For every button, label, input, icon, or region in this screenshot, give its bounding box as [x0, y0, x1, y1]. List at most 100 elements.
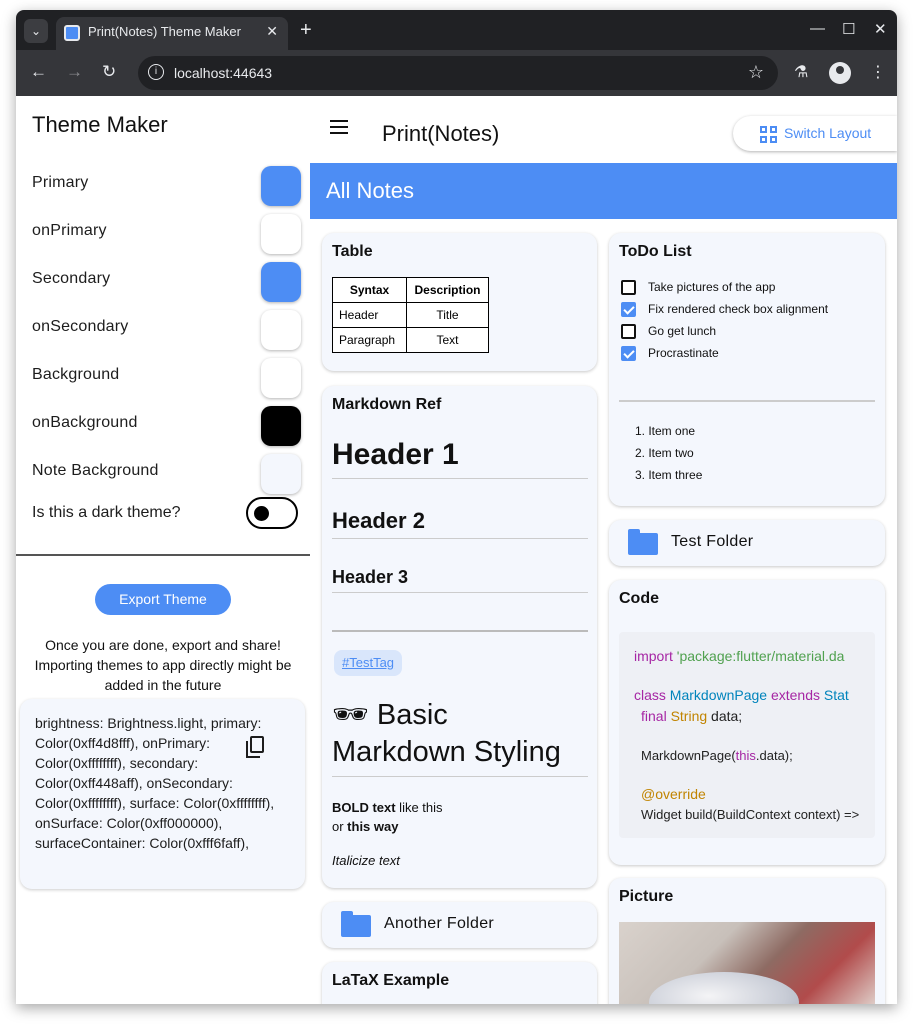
markdown-big-heading: 🕶 Basic Markdown Styling: [332, 697, 588, 771]
back-icon[interactable]: ←: [30, 62, 47, 82]
copy-icon[interactable]: [246, 736, 264, 758]
all-notes-banner: All Notes: [310, 163, 897, 219]
primary-color-swatch[interactable]: [261, 166, 301, 206]
url-text[interactable]: localhost:44643: [174, 65, 272, 81]
folder-another[interactable]: Another Folder: [322, 902, 597, 948]
color-row-onsecondary: onSecondary: [32, 306, 302, 354]
theme-output-text[interactable]: brightness: Brightness.light, primary: C…: [35, 713, 280, 853]
note-card-code[interactable]: Code import 'package:flutter/material.da…: [609, 580, 885, 865]
cat-shape: [649, 972, 799, 1004]
code-block: import 'package:flutter/material.da clas…: [619, 632, 875, 838]
hamburger-menu-icon[interactable]: [330, 120, 348, 134]
dark-theme-switch[interactable]: [246, 497, 298, 529]
onsecondary-color-swatch[interactable]: [261, 310, 301, 350]
color-row-onbackground: onBackground: [32, 402, 302, 450]
folder-icon: [628, 529, 658, 555]
secondary-color-swatch[interactable]: [261, 262, 301, 302]
note-card-todo[interactable]: ToDo List Take pictures of the app Fix r…: [609, 233, 885, 506]
browser-window: ⌄ Print(Notes) Theme Maker ✕ + — ☐ ✕ ← →…: [16, 10, 897, 1004]
ordered-list-item: 3. Item three: [635, 468, 703, 482]
dark-theme-label: Is this a dark theme?: [32, 504, 181, 521]
note-title: LaTaX Example: [332, 972, 450, 989]
table-cell: Paragraph: [332, 327, 407, 353]
color-row-note-background: Note Background: [32, 450, 302, 498]
color-row-background: Background: [32, 354, 302, 402]
bold-text: BOLD text: [332, 800, 396, 815]
code-line: @override: [641, 786, 706, 802]
new-tab-button[interactable]: +: [300, 19, 312, 41]
profile-avatar-icon[interactable]: [829, 62, 851, 84]
horizontal-rule: [332, 630, 588, 632]
sunglasses-icon: 🕶: [332, 699, 369, 731]
big-heading-underline: [332, 776, 588, 777]
ordered-list-item: 1. Item one: [635, 424, 696, 438]
minimize-icon[interactable]: —: [810, 20, 825, 37]
color-label: Note Background: [32, 462, 159, 479]
code-line: Widget build(BuildContext context) =>: [641, 807, 860, 822]
note-card-picture[interactable]: Picture: [609, 878, 885, 1004]
italic-text: Italicize text: [332, 853, 400, 868]
switch-layout-label: Switch Layout: [784, 125, 872, 141]
export-theme-button[interactable]: Export Theme: [95, 584, 231, 615]
browser-menu-icon[interactable]: ⋮: [870, 62, 886, 82]
table-header: Syntax: [332, 277, 407, 303]
close-window-icon[interactable]: ✕: [874, 20, 887, 38]
todo-text: Fix rendered check box alignment: [648, 302, 829, 316]
test-tag-chip[interactable]: #TestTag: [334, 650, 403, 676]
color-label: onBackground: [32, 414, 138, 431]
table-cell: Title: [406, 302, 489, 328]
checkbox-unchecked[interactable]: [621, 324, 636, 339]
reload-icon[interactable]: ↻: [102, 62, 116, 82]
note-card-markdown-ref[interactable]: Markdown Ref Header 1 Header 2 Header 3 …: [322, 386, 597, 888]
maximize-icon[interactable]: ☐: [842, 20, 855, 38]
code-line: final String data;: [641, 708, 743, 724]
note-title: Picture: [619, 888, 674, 905]
switch-layout-button[interactable]: Switch Layout: [733, 116, 897, 151]
sidebar-divider: [16, 554, 310, 556]
tab-strip: ⌄ Print(Notes) Theme Maker ✕ + — ☐ ✕: [16, 10, 897, 50]
markdown-h3: Header 3: [332, 567, 409, 587]
color-label: onPrimary: [32, 222, 107, 239]
h3-underline: [332, 592, 588, 593]
browser-tab[interactable]: Print(Notes) Theme Maker ✕: [56, 17, 288, 50]
markdown-h2: Header 2: [332, 508, 425, 533]
note-title: Markdown Ref: [332, 396, 442, 413]
note-title: Code: [619, 590, 659, 607]
address-bar[interactable]: i localhost:44643 ☆: [138, 56, 778, 90]
banner-title: All Notes: [326, 178, 415, 203]
ordered-list-item: 2. Item two: [635, 446, 694, 460]
markdown-h1: Header 1: [332, 438, 459, 471]
onprimary-color-swatch[interactable]: [261, 214, 301, 254]
note-card-latex[interactable]: LaTaX Example: [322, 962, 597, 1004]
color-label: Primary: [32, 174, 89, 191]
checkbox-unchecked[interactable]: [621, 280, 636, 295]
note-card-table[interactable]: Table Syntax Description Header Title Para…: [322, 233, 597, 371]
table-header: Description: [406, 277, 489, 303]
folder-test[interactable]: Test Folder: [609, 520, 885, 566]
table-cell: Text: [406, 327, 489, 353]
forward-icon[interactable]: →: [66, 62, 83, 82]
note-background-color-swatch[interactable]: [261, 454, 301, 494]
plain-text: or: [332, 819, 348, 834]
export-note: Once you are done, export and share! Imp…: [34, 637, 292, 693]
note-title: Table: [332, 243, 373, 260]
theme-output-box: brightness: Brightness.light, primary: C…: [20, 699, 305, 889]
dark-theme-row: Is this a dark theme?: [32, 496, 302, 530]
bookmark-star-icon[interactable]: ☆: [748, 62, 764, 83]
folder-icon: [341, 911, 371, 937]
background-color-swatch[interactable]: [261, 358, 301, 398]
horizontal-rule: [619, 400, 875, 402]
color-row-secondary: Secondary: [32, 258, 302, 306]
labs-icon[interactable]: ⚗: [794, 62, 808, 82]
site-info-icon[interactable]: i: [148, 64, 164, 80]
tab-close-icon[interactable]: ✕: [266, 23, 278, 40]
sidebar-title: Theme Maker: [32, 112, 168, 137]
color-row-primary: Primary: [32, 162, 302, 210]
checkbox-checked[interactable]: [621, 302, 636, 317]
tab-search-icon[interactable]: ⌄: [24, 19, 48, 43]
onbackground-color-swatch[interactable]: [261, 406, 301, 446]
folder-label: Another Folder: [384, 915, 495, 932]
switch-knob: [254, 506, 269, 521]
checkbox-checked[interactable]: [621, 346, 636, 361]
code-line: class MarkdownPage extends Stat: [634, 687, 849, 703]
